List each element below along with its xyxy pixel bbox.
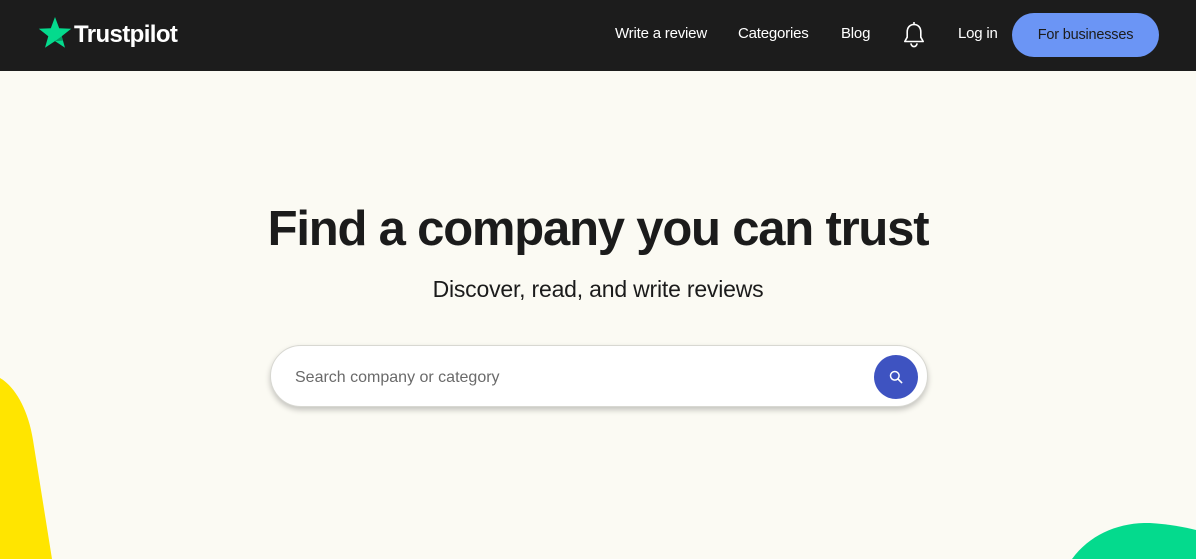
decorative-yellow-shape (0, 378, 52, 559)
nav-write-review[interactable]: Write a review (615, 24, 707, 44)
nav-categories[interactable]: Categories (738, 24, 809, 44)
notifications-button[interactable] (902, 22, 926, 48)
trustpilot-logo[interactable]: Trustpilot (38, 15, 178, 51)
nav-blog[interactable]: Blog (841, 24, 870, 44)
search-box (270, 345, 928, 407)
search-button[interactable] (874, 355, 918, 399)
nav-login[interactable]: Log in (958, 24, 998, 44)
hero-title: Find a company you can trust (267, 202, 930, 256)
bell-icon (904, 22, 924, 48)
hero-subtitle: Discover, read, and write reviews (432, 276, 764, 302)
for-businesses-button[interactable]: For businesses (1012, 13, 1159, 57)
search-input[interactable] (293, 360, 857, 396)
decorative-green-shape (1072, 522, 1196, 559)
star-icon (38, 17, 72, 48)
search-icon (889, 370, 903, 384)
top-navigation-bar: Trustpilot Write a review Categories Blo… (0, 0, 1196, 71)
logo-text: Trustpilot (74, 21, 178, 48)
